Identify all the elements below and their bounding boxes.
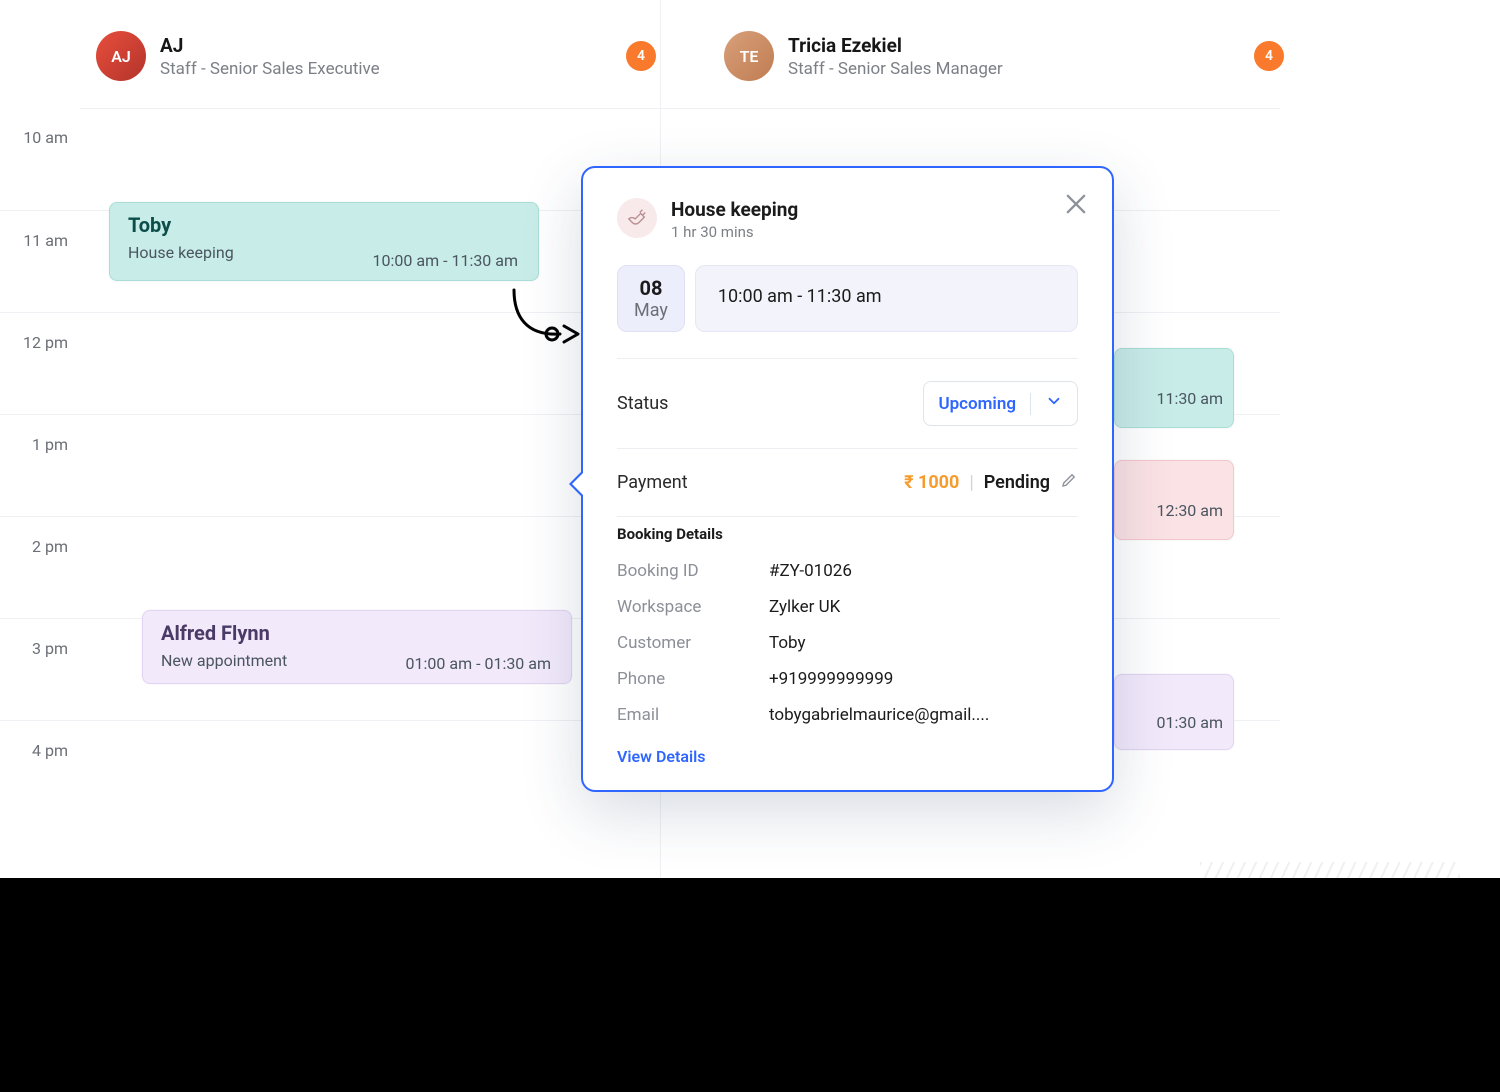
staff-name: Tricia Ezekiel bbox=[788, 34, 1003, 57]
date-box: 08 May bbox=[617, 265, 685, 332]
staff-header-aj[interactable]: AJ AJ Staff - Senior Sales Executive 4 bbox=[96, 20, 656, 92]
status-label: Status bbox=[617, 393, 668, 414]
booking-id: #ZY-01026 bbox=[769, 561, 1078, 581]
status-select[interactable]: Upcoming bbox=[923, 381, 1078, 426]
popover-duration: 1 hr 30 mins bbox=[671, 223, 798, 241]
kv-label: Customer bbox=[617, 633, 749, 653]
status-value: Upcoming bbox=[938, 394, 1016, 414]
date-day: 08 bbox=[634, 276, 668, 300]
appointment-count-badge: 4 bbox=[626, 41, 656, 71]
kv-label: Phone bbox=[617, 669, 749, 689]
service-icon bbox=[617, 198, 657, 238]
callout-arrow-icon bbox=[508, 286, 588, 346]
event-alfred[interactable]: Alfred Flynn New appointment 01:00 am - … bbox=[142, 610, 572, 684]
event-time: 01:00 am - 01:30 am bbox=[406, 654, 551, 673]
edit-icon[interactable] bbox=[1060, 471, 1078, 494]
time-label: 10 am bbox=[0, 108, 80, 210]
event-time: 01:30 am bbox=[1125, 713, 1223, 732]
event-time: 10:00 am - 11:30 am bbox=[373, 251, 518, 270]
view-details-link[interactable]: View Details bbox=[617, 747, 705, 766]
payment-label: Payment bbox=[617, 472, 688, 493]
event-partial-purple[interactable]: 01:30 am bbox=[1114, 674, 1234, 750]
kv-label: Workspace bbox=[617, 597, 749, 617]
staff-role: Staff - Senior Sales Executive bbox=[160, 59, 380, 79]
popover-title: House keeping bbox=[671, 198, 798, 221]
kv-label: Email bbox=[617, 705, 749, 725]
staff-role: Staff - Senior Sales Manager bbox=[788, 59, 1003, 79]
workspace: Zylker UK bbox=[769, 597, 1078, 617]
divider bbox=[1030, 393, 1031, 415]
time-label: 2 pm bbox=[0, 516, 80, 618]
booking-details-heading: Booking Details bbox=[617, 516, 1078, 553]
event-time: 11:30 am bbox=[1125, 389, 1223, 408]
chevron-down-icon bbox=[1045, 392, 1063, 415]
time-label: 1 pm bbox=[0, 414, 80, 516]
appointment-count-badge: 4 bbox=[1254, 41, 1284, 71]
event-partial-teal[interactable]: 11:30 am bbox=[1114, 348, 1234, 428]
divider: | bbox=[969, 472, 973, 493]
event-toby[interactable]: Toby House keeping 10:00 am - 11:30 am bbox=[109, 202, 539, 281]
calendar-scheduler: AJ AJ Staff - Senior Sales Executive 4 T… bbox=[0, 0, 1280, 890]
event-time: 12:30 am bbox=[1125, 501, 1223, 520]
event-title: Alfred Flynn bbox=[161, 621, 553, 645]
staff-header-tricia[interactable]: TE Tricia Ezekiel Staff - Senior Sales M… bbox=[724, 20, 1284, 92]
staff-name: AJ bbox=[160, 34, 380, 57]
time-label: 3 pm bbox=[0, 618, 80, 720]
event-title: Toby bbox=[128, 213, 520, 237]
phone: +919999999999 bbox=[769, 669, 1078, 689]
booking-popover: House keeping 1 hr 30 mins 08 May 10:00 … bbox=[581, 166, 1114, 792]
payment-status: Pending bbox=[984, 472, 1050, 493]
time-column: 10 am 11 am 12 pm 1 pm 2 pm 3 pm 4 pm bbox=[0, 108, 80, 822]
customer: Toby bbox=[769, 633, 1078, 653]
time-label: 4 pm bbox=[0, 720, 80, 822]
date-month: May bbox=[634, 300, 668, 321]
email: tobygabrielmaurice@gmail.... bbox=[769, 705, 1078, 725]
kv-label: Booking ID bbox=[617, 561, 749, 581]
event-partial-pink[interactable]: 12:30 am bbox=[1114, 460, 1234, 540]
time-range-box: 10:00 am - 11:30 am bbox=[695, 265, 1078, 332]
footer-bar bbox=[0, 878, 1500, 1092]
avatar: TE bbox=[724, 31, 774, 81]
time-label: 11 am bbox=[0, 210, 80, 312]
avatar: AJ bbox=[96, 31, 146, 81]
close-icon[interactable] bbox=[1062, 190, 1090, 218]
time-label: 12 pm bbox=[0, 312, 80, 414]
payment-amount: ₹ 1000 bbox=[904, 472, 959, 493]
